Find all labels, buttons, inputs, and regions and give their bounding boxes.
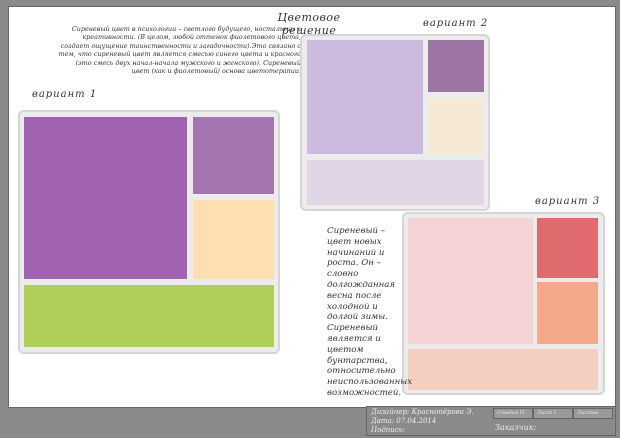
stage-cell: Стадия П	[493, 408, 533, 419]
sheets-text: Листов	[577, 410, 598, 416]
variant-2-swatch-main	[307, 40, 423, 154]
sheets-cell: Листов	[573, 408, 613, 419]
sheet-text: Лист 1	[537, 410, 557, 416]
variant-3-swatch-secondary	[537, 218, 598, 278]
sheet-cell: Лист 1	[533, 408, 573, 419]
variant-2-card	[300, 34, 490, 211]
signature-text: Подпись:	[371, 426, 405, 434]
date-text: Дата: 07.04.2014	[371, 417, 437, 425]
variant-1-label: вариант 1	[32, 89, 98, 100]
customer-text: Заказчик:	[495, 423, 537, 432]
variant-2-swatch-bottom	[307, 160, 484, 205]
drawing-sheet: Цветовое решение Сиреневый цвет в психол…	[8, 6, 616, 408]
title-block: Дизайнер: Краснопёрова Э. Дата: 07.04.20…	[366, 406, 616, 436]
variant-2-swatch-secondary	[428, 40, 484, 92]
stage-text: Стадия П	[497, 410, 525, 416]
variant-2-swatch-tertiary	[428, 98, 484, 154]
variant-1-swatch-secondary	[193, 117, 274, 194]
variant-3-label: вариант 3	[535, 196, 601, 207]
variant-3-swatch-tertiary	[537, 282, 598, 344]
variant-3-card	[402, 212, 605, 395]
variant-3-swatch-bottom	[408, 349, 598, 390]
variant-3-description: Сиреневый – цвет новых начинаний и роста…	[327, 226, 413, 398]
variant-1-swatch-main	[24, 117, 187, 279]
description-paragraph: Сиреневый цвет в психологии – светлого б…	[58, 25, 301, 76]
variant-2-label: вариант 2	[423, 18, 489, 29]
variant-1-card	[18, 110, 280, 354]
variant-1-swatch-tertiary	[193, 200, 274, 279]
variant-1-swatch-bottom	[24, 285, 274, 347]
designer-text: Дизайнер: Краснопёрова Э.	[371, 408, 474, 416]
variant-3-swatch-main	[408, 218, 533, 344]
